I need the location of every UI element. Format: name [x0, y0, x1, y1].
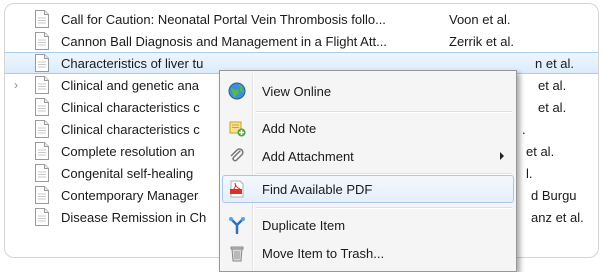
menu-separator	[256, 111, 512, 113]
creator-cell: Zerrik et al.	[449, 33, 515, 49]
title-cell: Cannon Ball Diagnosis and Management in …	[61, 33, 387, 49]
menu-item-label: Duplicate Item	[262, 217, 346, 233]
document-icon	[34, 120, 50, 138]
creator-cell: .	[522, 121, 526, 137]
table-row[interactable]: Cannon Ball Diagnosis and Management in …	[5, 30, 598, 52]
menu-item-add-attachment[interactable]: Add Attachment	[222, 142, 514, 170]
creator-cell: et al.	[526, 143, 555, 159]
pdf-icon	[228, 180, 246, 198]
creator-cell: l.	[526, 165, 533, 181]
expand-chevron-icon[interactable]: ›	[11, 74, 21, 96]
submenu-arrow-icon	[500, 152, 504, 160]
menu-item-label: View Online	[262, 83, 332, 99]
creator-cell: anz et al.	[531, 209, 584, 225]
context-menu: View Online Add Note Add Attachment Find…	[219, 70, 517, 272]
menu-item-duplicate-item[interactable]: Duplicate Item	[222, 211, 514, 239]
document-icon	[34, 76, 50, 94]
document-icon	[34, 186, 50, 204]
menu-item-label: Add Attachment	[262, 148, 354, 164]
menu-item-move-to-trash[interactable]: Move Item to Trash...	[222, 239, 514, 267]
globe-icon	[228, 82, 246, 100]
document-icon	[34, 54, 50, 72]
menu-item-view-online[interactable]: View Online	[222, 77, 514, 105]
menu-item-label: Find Available PDF	[262, 181, 373, 197]
document-icon	[34, 164, 50, 182]
menu-item-label: Move Item to Trash...	[262, 245, 385, 261]
title-cell: Characteristics of liver tu	[61, 55, 204, 71]
menu-item-label: Add Note	[262, 120, 317, 136]
trash-icon	[228, 244, 246, 262]
document-icon	[34, 10, 50, 28]
paperclip-icon	[228, 147, 246, 165]
creator-cell: n et al.	[535, 55, 575, 71]
document-icon	[34, 208, 50, 226]
title-cell: Call for Caution: Neonatal Portal Vein T…	[61, 11, 386, 27]
menu-item-add-note[interactable]: Add Note	[222, 114, 514, 142]
document-icon	[34, 98, 50, 116]
table-row[interactable]: Call for Caution: Neonatal Portal Vein T…	[5, 8, 598, 30]
menu-item-find-available-pdf[interactable]: Find Available PDF	[222, 175, 514, 203]
document-icon	[34, 32, 50, 50]
document-icon	[34, 142, 50, 160]
creator-cell: et al.	[538, 99, 567, 115]
note-add-icon	[228, 119, 246, 137]
duplicate-icon	[228, 216, 246, 235]
creator-cell: d Burgu	[531, 187, 577, 203]
creator-cell: Voon et al.	[449, 11, 511, 27]
menu-separator	[256, 207, 512, 209]
creator-cell: et al.	[538, 77, 567, 93]
